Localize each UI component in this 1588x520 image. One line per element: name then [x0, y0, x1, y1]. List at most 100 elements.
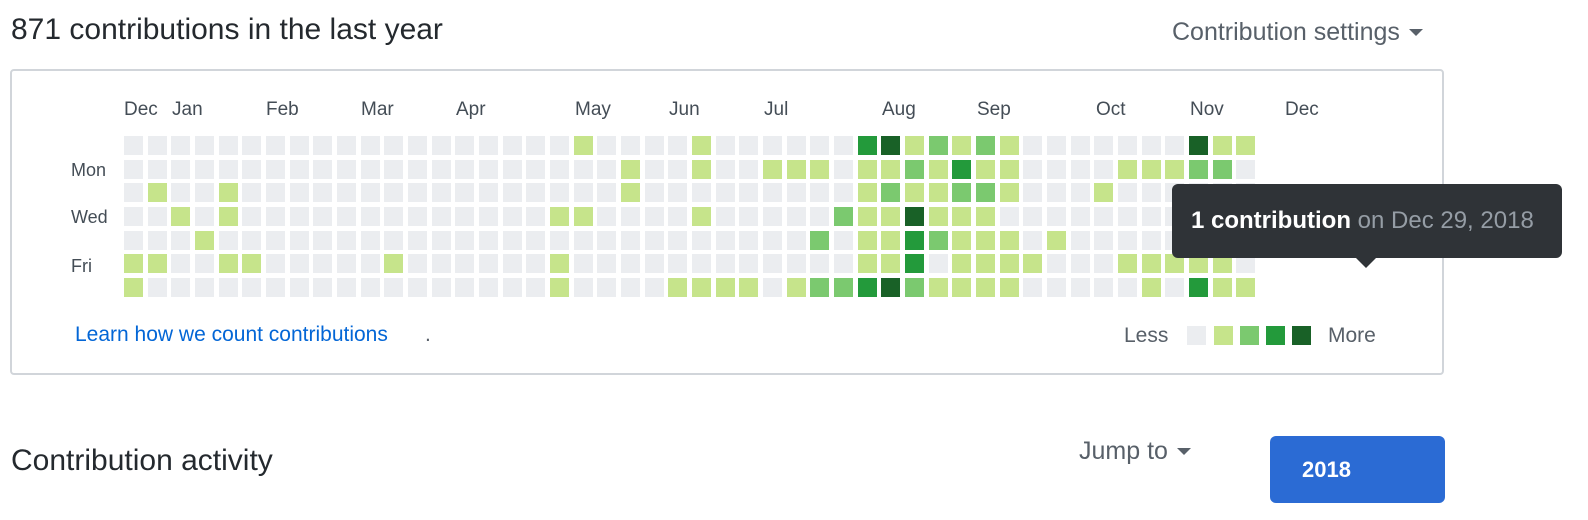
- contribution-day-cell[interactable]: [384, 231, 403, 250]
- contribution-day-cell[interactable]: [195, 136, 214, 155]
- contribution-day-cell[interactable]: [1094, 183, 1113, 202]
- contribution-day-cell[interactable]: [929, 160, 948, 179]
- contribution-day-cell[interactable]: [337, 183, 356, 202]
- contribution-day-cell[interactable]: [1023, 231, 1042, 250]
- contribution-day-cell[interactable]: [739, 136, 758, 155]
- contribution-day-cell[interactable]: [597, 160, 616, 179]
- contribution-day-cell[interactable]: [1165, 160, 1184, 179]
- contribution-day-cell[interactable]: [621, 254, 640, 273]
- contribution-day-cell[interactable]: [290, 231, 309, 250]
- contribution-day-cell[interactable]: [597, 254, 616, 273]
- contribution-day-cell[interactable]: [479, 160, 498, 179]
- contribution-day-cell[interactable]: [858, 278, 877, 297]
- contribution-day-cell[interactable]: [195, 183, 214, 202]
- contribution-day-cell[interactable]: [810, 207, 829, 226]
- contribution-day-cell[interactable]: [976, 160, 995, 179]
- contribution-day-cell[interactable]: [621, 231, 640, 250]
- contribution-day-cell[interactable]: [242, 231, 261, 250]
- contribution-day-cell[interactable]: [692, 160, 711, 179]
- contribution-day-cell[interactable]: [337, 136, 356, 155]
- contribution-day-cell[interactable]: [526, 254, 545, 273]
- contribution-day-cell[interactable]: [148, 160, 167, 179]
- contribution-day-cell[interactable]: [692, 207, 711, 226]
- contribution-day-cell[interactable]: [550, 160, 569, 179]
- contribution-day-cell[interactable]: [574, 207, 593, 226]
- contribution-day-cell[interactable]: [739, 207, 758, 226]
- contribution-day-cell[interactable]: [929, 183, 948, 202]
- contribution-day-cell[interactable]: [881, 160, 900, 179]
- contribution-day-cell[interactable]: [668, 136, 687, 155]
- contribution-day-cell[interactable]: [1118, 136, 1137, 155]
- contribution-day-cell[interactable]: [692, 254, 711, 273]
- contribution-settings-dropdown[interactable]: Contribution settings: [1172, 14, 1423, 50]
- contribution-day-cell[interactable]: [290, 183, 309, 202]
- contribution-day-cell[interactable]: [739, 160, 758, 179]
- contribution-day-cell[interactable]: [929, 231, 948, 250]
- contribution-day-cell[interactable]: [763, 254, 782, 273]
- contribution-day-cell[interactable]: [219, 207, 238, 226]
- contribution-day-cell[interactable]: [1142, 254, 1161, 273]
- contribution-day-cell[interactable]: [384, 183, 403, 202]
- contribution-day-cell[interactable]: [1000, 254, 1019, 273]
- contribution-day-cell[interactable]: [1047, 160, 1066, 179]
- contribution-day-cell[interactable]: [692, 183, 711, 202]
- contribution-day-cell[interactable]: [716, 207, 735, 226]
- contribution-day-cell[interactable]: [858, 183, 877, 202]
- contribution-day-cell[interactable]: [905, 231, 924, 250]
- contribution-day-cell[interactable]: [313, 136, 332, 155]
- contribution-day-cell[interactable]: [148, 231, 167, 250]
- contribution-day-cell[interactable]: [858, 136, 877, 155]
- contribution-day-cell[interactable]: [739, 231, 758, 250]
- contribution-day-cell[interactable]: [834, 160, 853, 179]
- contribution-day-cell[interactable]: [526, 278, 545, 297]
- contribution-day-cell[interactable]: [668, 231, 687, 250]
- contribution-day-cell[interactable]: [479, 278, 498, 297]
- contribution-day-cell[interactable]: [408, 160, 427, 179]
- contribution-day-cell[interactable]: [503, 254, 522, 273]
- contribution-day-cell[interactable]: [858, 207, 877, 226]
- contribution-day-cell[interactable]: [455, 183, 474, 202]
- contribution-day-cell[interactable]: [881, 136, 900, 155]
- contribution-day-cell[interactable]: [574, 278, 593, 297]
- contribution-day-cell[interactable]: [668, 254, 687, 273]
- contribution-day-cell[interactable]: [834, 207, 853, 226]
- contribution-day-cell[interactable]: [148, 136, 167, 155]
- contribution-day-cell[interactable]: [858, 231, 877, 250]
- contribution-day-cell[interactable]: [432, 160, 451, 179]
- contribution-day-cell[interactable]: [668, 160, 687, 179]
- contribution-day-cell[interactable]: [1047, 136, 1066, 155]
- contribution-day-cell[interactable]: [526, 183, 545, 202]
- contribution-day-cell[interactable]: [266, 136, 285, 155]
- contribution-day-cell[interactable]: [242, 207, 261, 226]
- contribution-day-cell[interactable]: [455, 136, 474, 155]
- contribution-day-cell[interactable]: [1023, 136, 1042, 155]
- contribution-day-cell[interactable]: [455, 254, 474, 273]
- contribution-day-cell[interactable]: [787, 231, 806, 250]
- contribution-day-cell[interactable]: [1213, 278, 1232, 297]
- contribution-day-cell[interactable]: [1023, 278, 1042, 297]
- contribution-day-cell[interactable]: [574, 136, 593, 155]
- contribution-day-cell[interactable]: [787, 254, 806, 273]
- contribution-day-cell[interactable]: [1071, 160, 1090, 179]
- contribution-day-cell[interactable]: [905, 183, 924, 202]
- contribution-day-cell[interactable]: [1142, 231, 1161, 250]
- contribution-day-cell[interactable]: [645, 278, 664, 297]
- contribution-day-cell[interactable]: [787, 278, 806, 297]
- contribution-day-cell[interactable]: [976, 136, 995, 155]
- contribution-day-cell[interactable]: [858, 254, 877, 273]
- contribution-day-cell[interactable]: [1023, 254, 1042, 273]
- contribution-day-cell[interactable]: [171, 160, 190, 179]
- contribution-day-cell[interactable]: [1189, 136, 1208, 155]
- contribution-day-cell[interactable]: [1094, 136, 1113, 155]
- contribution-day-cell[interactable]: [976, 278, 995, 297]
- contribution-day-cell[interactable]: [479, 136, 498, 155]
- contribution-day-cell[interactable]: [645, 207, 664, 226]
- contribution-day-cell[interactable]: [739, 254, 758, 273]
- contribution-day-cell[interactable]: [337, 254, 356, 273]
- contribution-day-cell[interactable]: [858, 160, 877, 179]
- contribution-day-cell[interactable]: [763, 207, 782, 226]
- contribution-day-cell[interactable]: [124, 254, 143, 273]
- contribution-day-cell[interactable]: [597, 183, 616, 202]
- contribution-day-cell[interactable]: [432, 136, 451, 155]
- contribution-day-cell[interactable]: [313, 160, 332, 179]
